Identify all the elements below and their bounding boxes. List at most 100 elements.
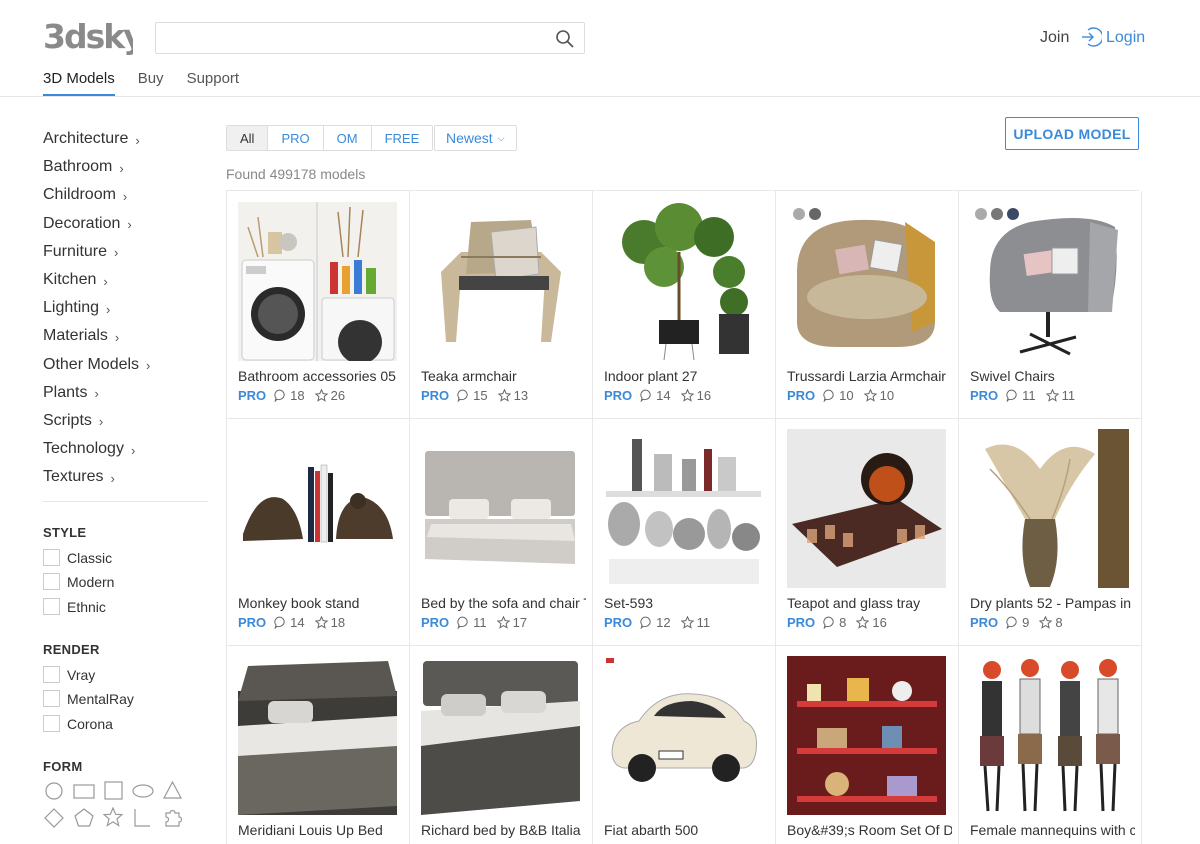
checkbox[interactable] <box>43 715 60 732</box>
model-title[interactable]: Teapot and glass tray <box>787 595 952 611</box>
diamond-icon[interactable] <box>44 808 64 828</box>
checkbox[interactable] <box>43 666 60 683</box>
model-thumbnail[interactable] <box>238 429 397 588</box>
category-furniture[interactable]: Furniture › <box>43 238 208 266</box>
model-card[interactable]: Meridiani Louis Up Bed <box>227 645 410 844</box>
category-kitchen[interactable]: Kitchen › <box>43 266 208 294</box>
style-option-classic[interactable]: Classic <box>43 549 112 566</box>
model-card[interactable]: Bed by the sofa and chair Tyler PRO 11 1… <box>410 418 593 646</box>
filter-free-button[interactable]: FREE <box>372 126 433 150</box>
category-bathroom[interactable]: Bathroom › <box>43 153 208 181</box>
style-option-ethnic[interactable]: Ethnic <box>43 598 106 615</box>
star-icon[interactable] <box>856 616 870 629</box>
checkbox[interactable] <box>43 549 60 566</box>
star-icon[interactable] <box>680 389 694 402</box>
style-option-modern[interactable]: Modern <box>43 573 114 590</box>
model-title[interactable]: Swivel Chairs <box>970 368 1135 384</box>
model-thumbnail[interactable] <box>604 202 763 361</box>
star-icon[interactable] <box>314 616 328 629</box>
model-title[interactable]: Dry plants 52 - Pampas in vase <box>970 595 1135 611</box>
category-plants[interactable]: Plants › <box>43 379 208 407</box>
model-thumbnail[interactable] <box>238 656 397 815</box>
category-lighting[interactable]: Lighting › <box>43 294 208 322</box>
model-title[interactable]: Female mannequins with clothes <box>970 822 1135 838</box>
sort-dropdown[interactable]: Newest ⌵ <box>434 125 517 151</box>
model-thumbnail[interactable] <box>970 656 1129 815</box>
model-card[interactable]: Trussardi Larzia Armchair PRO 10 10 <box>776 191 959 419</box>
nav-support[interactable]: Support <box>187 70 240 96</box>
model-card[interactable]: Dry plants 52 - Pampas in vase PRO 9 8 <box>959 418 1142 646</box>
model-card[interactable]: Swivel Chairs PRO 11 11 <box>959 191 1142 419</box>
model-card[interactable]: Bathroom accessories 05 PRO 18 26 <box>227 191 410 419</box>
category-other-models[interactable]: Other Models › <box>43 351 208 379</box>
model-title[interactable]: Set-593 <box>604 595 769 611</box>
category-materials[interactable]: Materials › <box>43 322 208 350</box>
checkbox[interactable] <box>43 598 60 615</box>
model-thumbnail[interactable] <box>970 202 1129 361</box>
login-link[interactable]: Login <box>1106 29 1145 47</box>
star-icon[interactable] <box>1045 389 1059 402</box>
star-icon[interactable] <box>1039 616 1053 629</box>
model-thumbnail[interactable] <box>787 202 946 361</box>
star-icon[interactable] <box>103 807 123 827</box>
login-icon[interactable] <box>1080 26 1102 48</box>
render-option-vray[interactable]: Vray <box>43 666 95 683</box>
model-title[interactable]: Indoor plant 27 <box>604 368 769 384</box>
model-thumbnail[interactable] <box>970 429 1129 588</box>
category-technology[interactable]: Technology › <box>43 435 208 463</box>
model-title[interactable]: Bed by the sofa and chair Tyler <box>421 595 586 611</box>
upload-model-button[interactable]: UPLOAD MODEL <box>1005 117 1139 150</box>
filter-all-button[interactable]: All <box>227 126 269 150</box>
model-thumbnail[interactable] <box>238 202 397 361</box>
model-title[interactable]: Boy&#39;s Room Set Of Decor <box>787 822 952 838</box>
star-icon[interactable] <box>314 389 328 402</box>
model-title[interactable]: Bathroom accessories 05 <box>238 368 403 384</box>
model-thumbnail[interactable] <box>604 429 763 588</box>
rectangle-icon[interactable] <box>73 784 95 799</box>
category-scripts[interactable]: Scripts › <box>43 407 208 435</box>
model-card[interactable]: Monkey book stand PRO 14 18 <box>227 418 410 646</box>
circle-icon[interactable] <box>45 782 63 800</box>
category-architecture[interactable]: Architecture › <box>43 125 208 153</box>
search-icon[interactable] <box>555 29 575 49</box>
checkbox[interactable] <box>43 573 60 590</box>
model-card[interactable]: Teapot and glass tray PRO 8 16 <box>776 418 959 646</box>
nav-buy[interactable]: Buy <box>138 70 164 96</box>
model-card[interactable]: Fiat abarth 500 <box>593 645 776 844</box>
star-icon[interactable] <box>497 389 511 402</box>
puzzle-icon[interactable] <box>162 807 183 828</box>
model-card[interactable]: Teaka armchair PRO 15 13 <box>410 191 593 419</box>
model-thumbnail[interactable] <box>421 202 580 361</box>
model-title[interactable]: Trussardi Larzia Armchair <box>787 368 952 384</box>
model-title[interactable]: Fiat abarth 500 <box>604 822 769 838</box>
render-option-mentalray[interactable]: MentalRay <box>43 690 134 707</box>
checkbox[interactable] <box>43 690 60 707</box>
category-textures[interactable]: Textures › <box>43 463 208 491</box>
filter-om-button[interactable]: OM <box>324 126 372 150</box>
square-icon[interactable] <box>104 781 123 800</box>
model-card[interactable]: Female mannequins with clothes <box>959 645 1142 844</box>
render-option-corona[interactable]: Corona <box>43 715 113 732</box>
model-thumbnail[interactable] <box>604 656 763 815</box>
triangle-icon[interactable] <box>163 781 182 799</box>
model-title[interactable]: Meridiani Louis Up Bed <box>238 822 403 838</box>
model-thumbnail[interactable] <box>787 429 946 588</box>
l-shape-icon[interactable] <box>133 808 151 827</box>
model-card[interactable]: Richard bed by B&B Italia <box>410 645 593 844</box>
model-thumbnail[interactable] <box>421 429 580 588</box>
model-thumbnail[interactable] <box>421 656 580 815</box>
filter-pro-button[interactable]: PRO <box>268 126 324 150</box>
category-childroom[interactable]: Childroom › <box>43 181 208 209</box>
model-thumbnail[interactable] <box>787 656 946 815</box>
star-icon[interactable] <box>680 616 694 629</box>
star-icon[interactable] <box>496 616 510 629</box>
model-title[interactable]: Monkey book stand <box>238 595 403 611</box>
nav-3d-models[interactable]: 3D Models <box>43 70 115 96</box>
search-input[interactable] <box>155 22 585 54</box>
model-card[interactable]: Set-593 PRO 12 11 <box>593 418 776 646</box>
star-icon[interactable] <box>863 389 877 402</box>
category-decoration[interactable]: Decoration › <box>43 210 208 238</box>
pentagon-icon[interactable] <box>74 808 94 827</box>
model-card[interactable]: Boy&#39;s Room Set Of Decor <box>776 645 959 844</box>
model-title[interactable]: Richard bed by B&B Italia <box>421 822 586 838</box>
